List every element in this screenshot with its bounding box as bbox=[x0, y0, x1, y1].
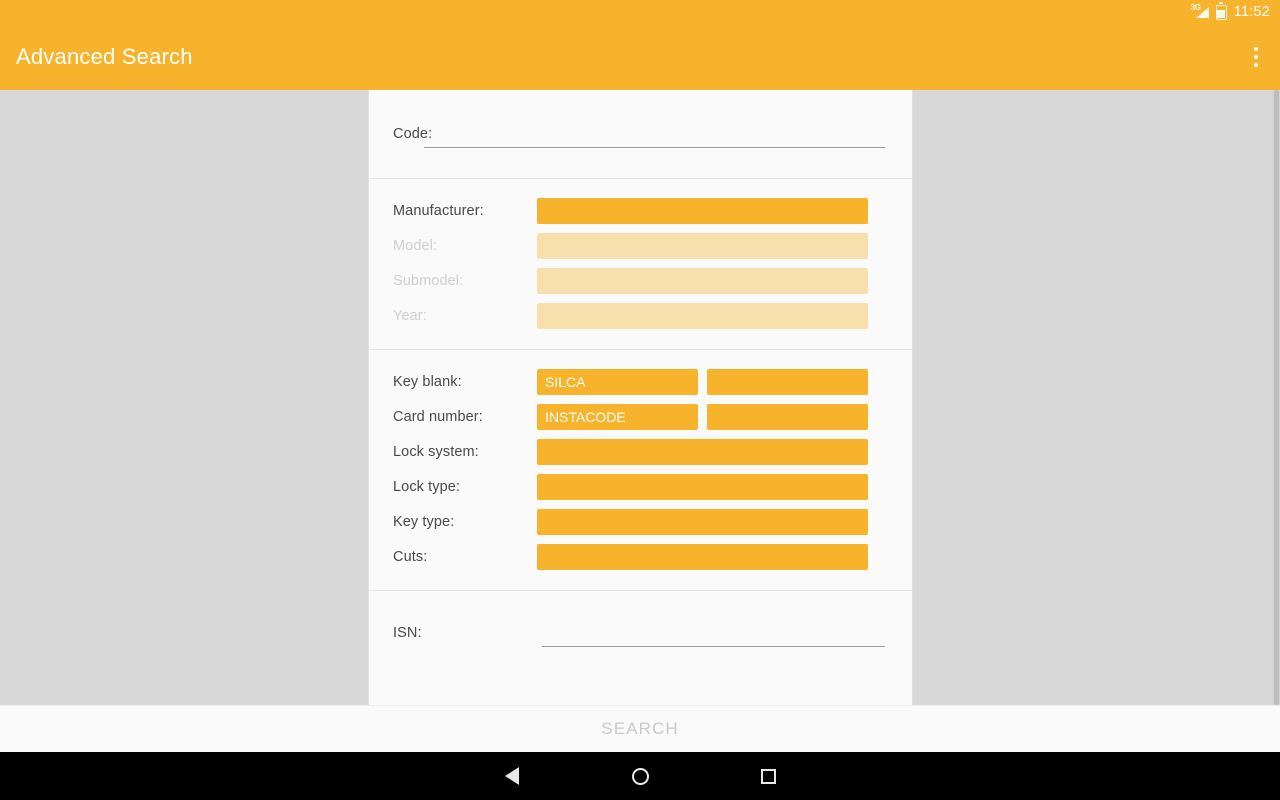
cuts-label: Cuts: bbox=[369, 549, 537, 565]
isn-section: ISN: bbox=[369, 591, 912, 675]
scrollbar-thumb[interactable] bbox=[1274, 90, 1279, 705]
field-row-key-blank: Key blank: SILCA bbox=[369, 364, 912, 399]
android-nav-bar bbox=[0, 752, 1280, 800]
more-vert-icon[interactable] bbox=[1232, 24, 1280, 90]
card-number-spinner-primary[interactable]: INSTACODE bbox=[537, 404, 698, 430]
field-row-cuts: Cuts: bbox=[369, 539, 912, 574]
code-section: Code: bbox=[369, 90, 912, 178]
scroll-area[interactable]: Code: Manufacturer: Model: Sub bbox=[0, 90, 1280, 705]
code-input-wrap bbox=[424, 121, 885, 148]
signal-3g-icon: 3G bbox=[1192, 5, 1209, 20]
isn-input[interactable] bbox=[542, 620, 885, 646]
code-input-underline bbox=[424, 147, 885, 148]
scrollbar-track[interactable] bbox=[1272, 90, 1280, 705]
cuts-spinner[interactable] bbox=[537, 544, 868, 570]
search-button[interactable]: SEARCH bbox=[0, 705, 1280, 752]
advanced-search-form-card: Code: Manufacturer: Model: Sub bbox=[368, 90, 913, 705]
back-triangle-icon[interactable] bbox=[448, 752, 576, 800]
field-row-year: Year: bbox=[369, 298, 912, 333]
recents-square-icon[interactable] bbox=[704, 752, 832, 800]
key-blank-label: Key blank: bbox=[369, 374, 537, 390]
submodel-spinner bbox=[537, 268, 868, 294]
code-label: Code: bbox=[369, 126, 424, 142]
isn-input-wrap bbox=[542, 620, 885, 647]
submodel-label: Submodel: bbox=[369, 273, 537, 289]
lock-system-spinner[interactable] bbox=[537, 439, 868, 465]
code-input[interactable] bbox=[424, 121, 885, 147]
key-type-label: Key type: bbox=[369, 514, 537, 530]
card-number-label: Card number: bbox=[369, 409, 537, 425]
isn-input-underline bbox=[542, 646, 885, 647]
key-lock-section: Key blank: SILCA Card number: INSTACODE … bbox=[369, 350, 912, 590]
field-row-lock-type: Lock type: bbox=[369, 469, 912, 504]
status-bar: 3G 11:52 bbox=[0, 0, 1280, 24]
key-blank-spinner-secondary[interactable] bbox=[707, 369, 868, 395]
model-label: Model: bbox=[369, 238, 537, 254]
field-row-submodel: Submodel: bbox=[369, 263, 912, 298]
field-row-card-number: Card number: INSTACODE bbox=[369, 399, 912, 434]
year-label: Year: bbox=[369, 308, 537, 324]
year-spinner bbox=[537, 303, 868, 329]
manufacturer-label: Manufacturer: bbox=[369, 203, 537, 219]
isn-label: ISN: bbox=[369, 625, 424, 641]
device-screen: 3G 11:52 Advanced Search Code: bbox=[0, 0, 1280, 800]
key-blank-spinner-primary[interactable]: SILCA bbox=[537, 369, 698, 395]
status-bar-clock: 11:52 bbox=[1234, 4, 1270, 20]
app-bar: Advanced Search bbox=[0, 24, 1280, 90]
lock-type-label: Lock type: bbox=[369, 479, 537, 495]
field-row-lock-system: Lock system: bbox=[369, 434, 912, 469]
lock-system-label: Lock system: bbox=[369, 444, 537, 460]
model-spinner bbox=[537, 233, 868, 259]
page-title: Advanced Search bbox=[16, 44, 193, 70]
manufacturer-spinner[interactable] bbox=[537, 198, 868, 224]
card-number-spinner-secondary[interactable] bbox=[707, 404, 868, 430]
key-type-spinner[interactable] bbox=[537, 509, 868, 535]
field-row-manufacturer: Manufacturer: bbox=[369, 193, 912, 228]
field-row-model: Model: bbox=[369, 228, 912, 263]
search-button-label: SEARCH bbox=[601, 719, 678, 739]
field-row-key-type: Key type: bbox=[369, 504, 912, 539]
lock-type-spinner[interactable] bbox=[537, 474, 868, 500]
signal-bars-shape bbox=[1196, 7, 1209, 18]
home-circle-icon[interactable] bbox=[576, 752, 704, 800]
battery-icon bbox=[1216, 5, 1227, 20]
vehicle-section: Manufacturer: Model: Submodel: Year: bbox=[369, 179, 912, 349]
